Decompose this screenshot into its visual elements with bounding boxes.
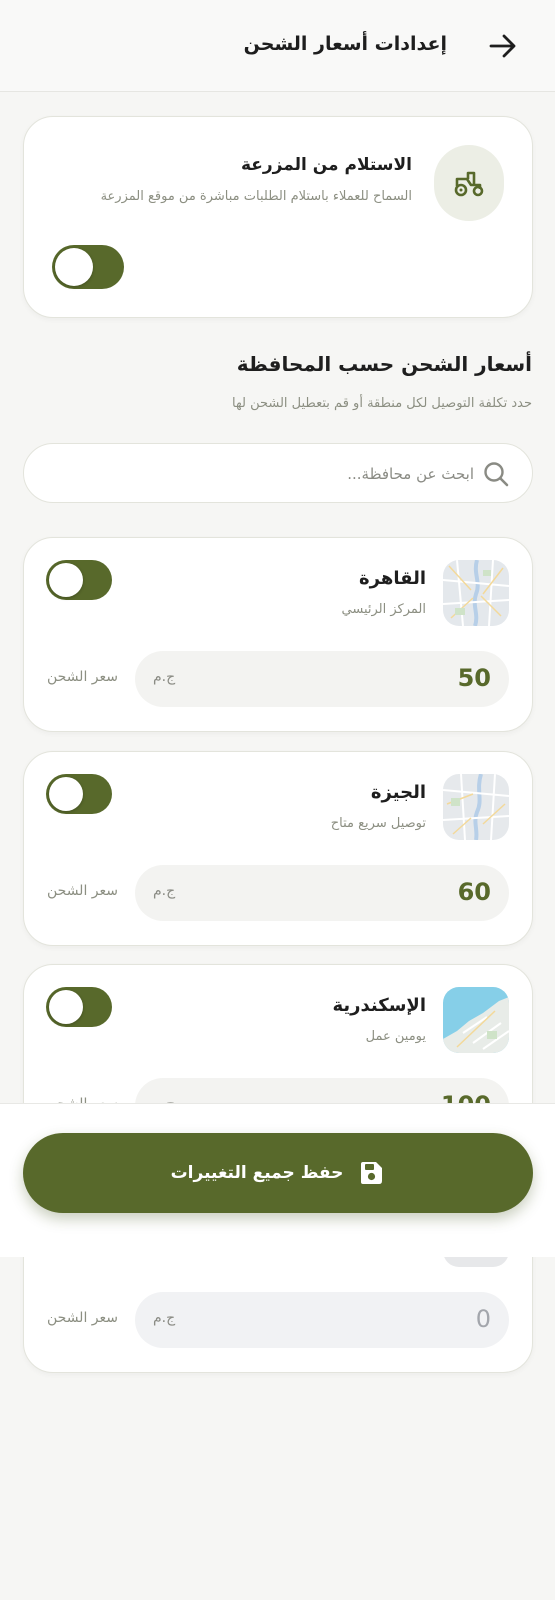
section-subtitle: حدد تكلفة التوصيل لكل منطقة أو قم بتعطيل… bbox=[232, 396, 532, 411]
pickup-badge bbox=[434, 145, 504, 221]
toggle-knob bbox=[49, 777, 83, 811]
toggle-knob bbox=[49, 990, 83, 1024]
farm-pickup-card: الاستلام من المزرعة السماح للعملاء باستل… bbox=[23, 116, 533, 318]
bottom-action-bar: حفظ جميع التغييرات bbox=[0, 1103, 555, 1257]
governorate-card-cairo: القاهرة المركز الرئيسي 50 ج.م سعر الشحن bbox=[23, 537, 533, 732]
map-thumbnail-alexandria bbox=[443, 987, 509, 1053]
governorate-toggle[interactable] bbox=[46, 774, 112, 814]
tractor-icon bbox=[454, 171, 484, 197]
governorate-subtitle: توصيل سريع متاح bbox=[330, 816, 426, 831]
section-title: أسعار الشحن حسب المحافظة bbox=[236, 352, 532, 376]
save-button-label: حفظ جميع التغييرات bbox=[170, 1163, 344, 1183]
pickup-subtitle: السماح للعملاء باستلام الطلبات مباشرة من… bbox=[100, 189, 412, 204]
pickup-toggle[interactable] bbox=[52, 245, 124, 289]
search-input[interactable] bbox=[74, 456, 474, 492]
price-label: سعر الشحن bbox=[47, 1310, 118, 1326]
price-value: 60 bbox=[457, 878, 491, 906]
toggle-knob bbox=[55, 248, 93, 286]
price-value: 0 bbox=[475, 1305, 491, 1333]
governorate-name: الجيزة bbox=[370, 782, 426, 803]
price-input[interactable]: 60 ج.م bbox=[135, 865, 509, 921]
price-value: 50 bbox=[457, 664, 491, 692]
governorate-toggle[interactable] bbox=[46, 987, 112, 1027]
price-input[interactable]: 0 ج.م bbox=[135, 1292, 509, 1348]
page-title: إعدادات أسعار الشحن bbox=[243, 33, 447, 55]
price-input[interactable]: 50 ج.م bbox=[135, 651, 509, 707]
governorate-toggle[interactable] bbox=[46, 560, 112, 600]
governorate-subtitle: يومين عمل bbox=[365, 1029, 426, 1044]
floppy-disk-icon bbox=[361, 1162, 383, 1184]
currency-label: ج.م bbox=[153, 1310, 176, 1326]
map-thumbnail-cairo bbox=[443, 560, 509, 626]
arrow-right-icon bbox=[489, 34, 516, 58]
governorate-card-giza: الجيزة توصيل سريع متاح 60 ج.م سعر الشحن bbox=[23, 751, 533, 946]
governorate-name: الإسكندرية bbox=[332, 995, 426, 1016]
back-button[interactable] bbox=[483, 28, 523, 64]
toggle-knob bbox=[49, 563, 83, 597]
app-header: إعدادات أسعار الشحن bbox=[0, 0, 555, 92]
map-thumbnail-giza bbox=[443, 774, 509, 840]
governorate-name: القاهرة bbox=[359, 568, 426, 589]
search-bar bbox=[23, 443, 533, 503]
governorate-subtitle: المركز الرئيسي bbox=[341, 602, 426, 617]
currency-label: ج.م bbox=[153, 669, 176, 685]
price-label: سعر الشحن bbox=[47, 883, 118, 899]
currency-label: ج.م bbox=[153, 883, 176, 899]
pickup-title: الاستلام من المزرعة bbox=[240, 155, 412, 175]
search-icon bbox=[484, 462, 509, 487]
save-all-button[interactable]: حفظ جميع التغييرات bbox=[23, 1133, 533, 1213]
price-label: سعر الشحن bbox=[47, 669, 118, 685]
